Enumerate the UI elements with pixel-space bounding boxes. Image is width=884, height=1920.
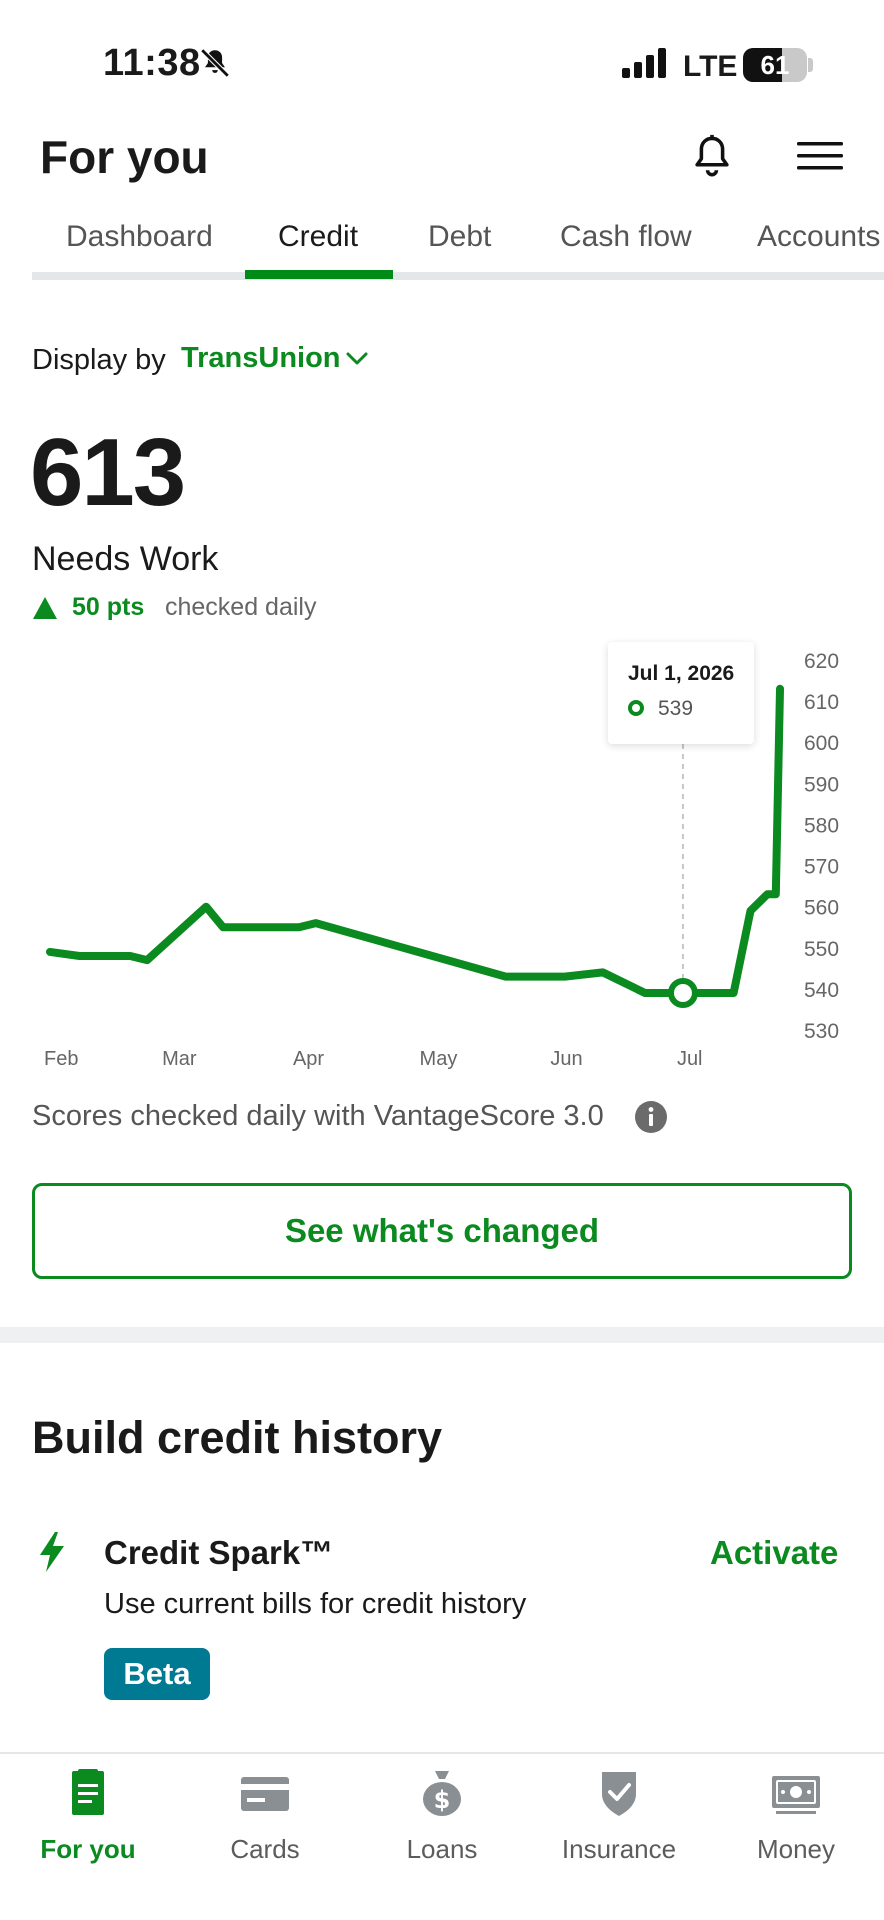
tooltip-date: Jul 1, 2026 <box>628 662 735 685</box>
bureau-selector[interactable]: TransUnion <box>181 342 341 375</box>
see-whats-changed-button[interactable]: See what's changed <box>32 1183 852 1279</box>
x-tick-label: Apr <box>293 1048 324 1070</box>
signal-icon <box>622 48 666 78</box>
x-tick-label: May <box>420 1048 458 1070</box>
hamburger-menu-icon[interactable] <box>797 140 843 172</box>
money-bag-icon: $ <box>423 1771 461 1816</box>
x-tick-label: Feb <box>44 1048 78 1070</box>
nav-label-cards: Cards <box>230 1834 300 1864</box>
x-tick-label: Jul <box>677 1048 703 1070</box>
tab-bar: Dashboard Credit Debt Cash flow Accounts <box>32 212 884 280</box>
y-tick-label: 590 <box>804 773 839 796</box>
info-icon[interactable] <box>634 1100 668 1134</box>
nav-money[interactable]: Money <box>708 1754 884 1920</box>
bottom-navigation: For you Cards $ Loans Insurance Money <box>0 1752 884 1920</box>
nav-insurance[interactable]: Insurance <box>531 1754 707 1920</box>
y-tick-label: 560 <box>804 897 839 920</box>
section-title: Build credit history <box>32 1412 443 1463</box>
chevron-down-icon[interactable] <box>345 350 369 368</box>
y-tick-label: 620 <box>804 650 839 673</box>
y-tick-label: 540 <box>804 979 839 1002</box>
y-tick-label: 550 <box>804 938 839 961</box>
document-icon <box>72 1769 104 1815</box>
score-rating: Needs Work <box>32 540 219 578</box>
status-bar: 11:38 LTE 61 <box>0 0 884 120</box>
x-tick-label: Jun <box>550 1048 582 1070</box>
bell-muted-icon <box>200 48 230 78</box>
score-change-note: checked daily <box>165 593 317 621</box>
lightning-bolt-icon <box>40 1532 64 1572</box>
y-tick-label: 610 <box>804 691 839 714</box>
credit-score: 613 <box>30 419 186 526</box>
nav-label-for-you: For you <box>40 1834 136 1864</box>
x-tick-label: Mar <box>162 1048 197 1070</box>
nav-cards[interactable]: Cards <box>177 1754 353 1920</box>
section-divider <box>0 1327 884 1343</box>
nav-for-you[interactable]: For you <box>0 1754 176 1920</box>
nav-label-loans: Loans <box>406 1834 478 1864</box>
activate-link[interactable]: Activate <box>710 1534 838 1572</box>
y-tick-label: 580 <box>804 814 839 837</box>
tab-credit[interactable]: Credit <box>278 220 358 254</box>
tooltip-marker <box>628 700 644 716</box>
active-tab-indicator <box>245 270 393 279</box>
shield-icon <box>602 1772 636 1816</box>
display-by-label: Display by <box>32 344 166 376</box>
notification-bell-icon[interactable] <box>690 134 734 180</box>
credit-spark-title: Credit Spark™ <box>104 1534 334 1571</box>
nav-label-insurance: Insurance <box>561 1834 677 1864</box>
y-tick-label: 600 <box>804 732 839 755</box>
nav-label-money: Money <box>756 1834 836 1864</box>
svg-text:$: $ <box>434 1786 451 1814</box>
vantage-note: Scores checked daily with VantageScore 3… <box>32 1100 604 1132</box>
battery-percent: 61 <box>760 50 790 80</box>
tab-dashboard[interactable]: Dashboard <box>66 220 213 254</box>
tooltip-value: 539 <box>658 697 694 720</box>
beta-badge: Beta <box>104 1648 210 1700</box>
highlight-point-marker <box>667 978 698 1008</box>
network-type: LTE <box>683 50 738 83</box>
y-tick-label: 570 <box>804 856 839 879</box>
page-title: For you <box>40 131 209 183</box>
tab-accounts[interactable]: Accounts <box>757 220 880 254</box>
credit-spark-description: Use current bills for credit history <box>104 1588 527 1620</box>
status-time: 11:38 <box>103 42 201 84</box>
tab-cash-flow[interactable]: Cash flow <box>560 220 692 254</box>
nav-loans[interactable]: $ Loans <box>354 1754 530 1920</box>
tab-debt[interactable]: Debt <box>428 220 491 254</box>
score-change: 50 pts <box>72 593 145 621</box>
y-tick-label: 530 <box>804 1020 839 1043</box>
battery-icon: 61 <box>743 48 807 82</box>
cash-icon <box>772 1776 820 1814</box>
chart-tooltip: Jul 1, 2026 539 <box>608 642 754 744</box>
up-arrow-icon <box>33 597 57 619</box>
card-icon <box>241 1777 289 1811</box>
battery-cap <box>808 58 813 72</box>
